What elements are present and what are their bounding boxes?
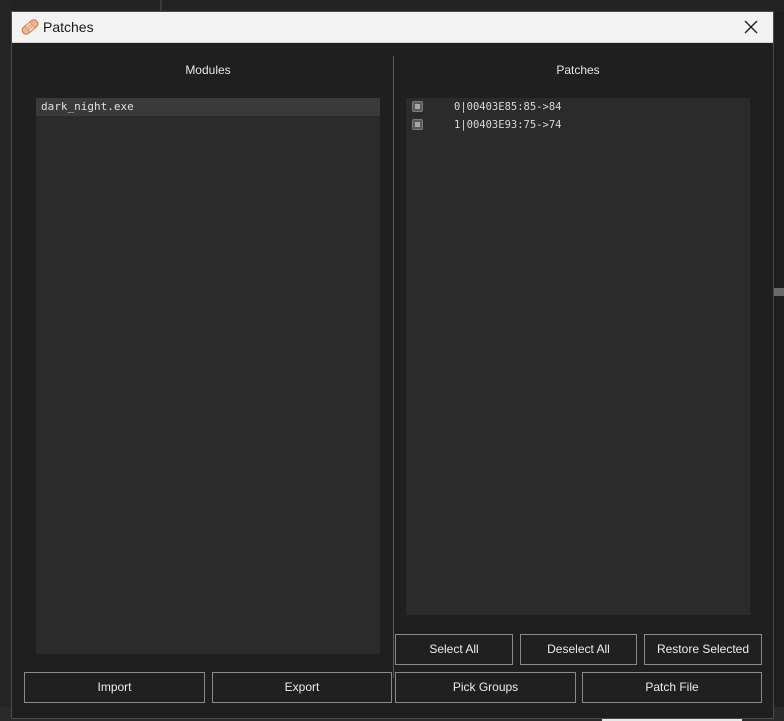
import-button[interactable]: Import — [24, 672, 205, 703]
modules-list[interactable]: dark_night.exe — [36, 98, 380, 654]
module-item[interactable]: dark_night.exe — [36, 98, 380, 116]
patch-item[interactable]: 0|00403E85:85->84 — [406, 98, 750, 116]
pick-groups-button[interactable]: Pick Groups — [395, 672, 576, 703]
title-bar: Patches — [12, 12, 773, 43]
patch-file-button[interactable]: Patch File — [582, 672, 762, 703]
deselect-all-button[interactable]: Deselect All — [520, 634, 637, 665]
patch-checkbox[interactable] — [412, 119, 423, 130]
modules-heading: Modules — [185, 63, 231, 77]
select-all-button[interactable]: Select All — [395, 634, 513, 665]
patch-text: 1|00403E93:75->74 — [454, 119, 562, 131]
patches-dialog: Patches Modules Patches dark_night.exe 0… — [11, 11, 774, 719]
bandage-icon — [20, 18, 40, 36]
restore-selected-button[interactable]: Restore Selected — [644, 634, 762, 665]
panel-divider — [393, 56, 394, 678]
dialog-title: Patches — [43, 19, 94, 35]
patch-checkbox[interactable] — [412, 101, 423, 112]
patch-text: 0|00403E85:85->84 — [454, 101, 562, 113]
background-scroll-strip — [774, 288, 784, 296]
patches-list[interactable]: 0|00403E85:85->84 1|00403E93:75->74 — [406, 98, 750, 615]
patches-heading: Patches — [556, 63, 600, 77]
patch-item[interactable]: 1|00403E93:75->74 — [406, 116, 750, 134]
close-button[interactable] — [729, 12, 773, 42]
close-icon — [744, 20, 758, 34]
export-button[interactable]: Export — [212, 672, 392, 703]
